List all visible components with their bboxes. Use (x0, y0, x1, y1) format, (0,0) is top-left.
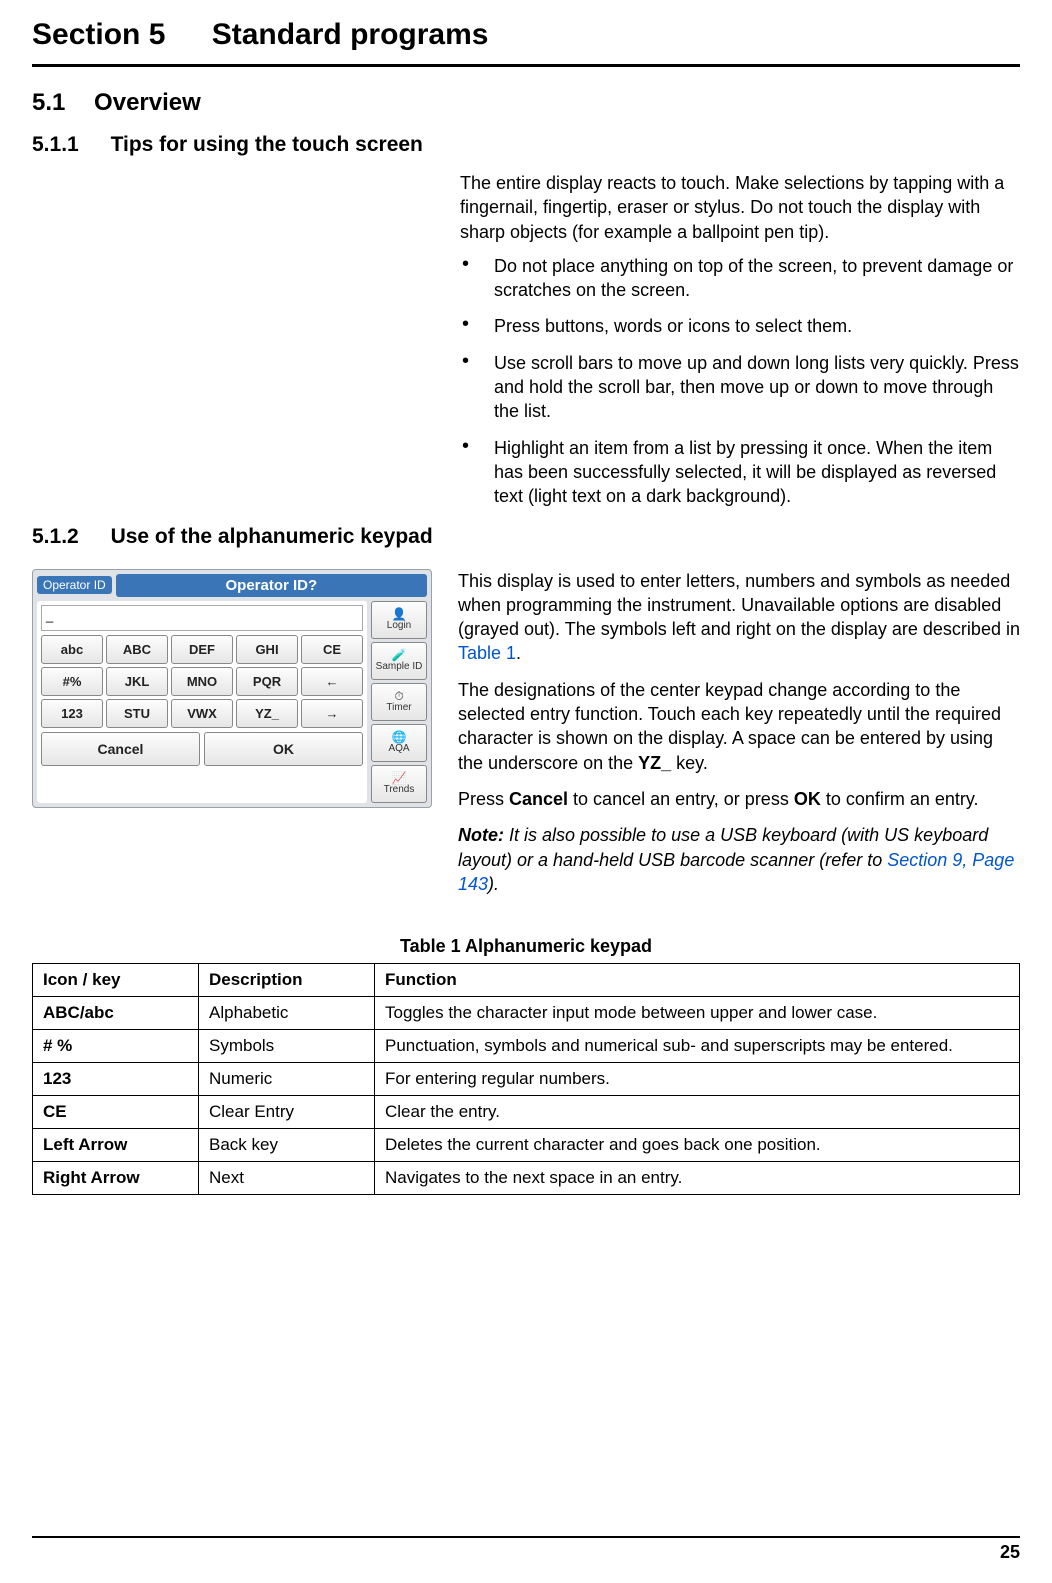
cell-desc: Symbols (199, 1030, 375, 1063)
page-number: 25 (32, 1542, 1020, 1563)
keypad-paragraph-2: The designations of the center keypad ch… (458, 678, 1020, 775)
table-caption: Table 1 Alphanumeric keypad (32, 936, 1020, 957)
page-footer: 25 (32, 1536, 1020, 1563)
key-vwx: VWX (171, 699, 233, 728)
tip-item: Press buttons, words or icons to select … (460, 314, 1020, 338)
heading-5-1-2-title: Use of the alphanumeric keypad (111, 525, 433, 548)
keypad-paragraph-3: Press Cancel to cancel an entry, or pres… (458, 787, 1020, 811)
heading-5-1-2: 5.1.2 Use of the alphanumeric keypad (32, 525, 1020, 549)
side-login: 👤Login (371, 601, 427, 639)
cell-key: Left Arrow (33, 1129, 199, 1162)
table-row: CE Clear Entry Clear the entry. (33, 1096, 1020, 1129)
key-123: 123 (41, 699, 103, 728)
heading-5-1-1-title: Tips for using the touch screen (111, 133, 423, 156)
table-row: ABC/abc Alphabetic Toggles the character… (33, 997, 1020, 1030)
table-header-row: Icon / key Description Function (33, 964, 1020, 997)
tip-item: Highlight an item from a list by pressin… (460, 436, 1020, 509)
tip-item: Use scroll bars to move up and down long… (460, 351, 1020, 424)
table-1-link[interactable]: Table 1 (458, 643, 516, 663)
cell-key: CE (33, 1096, 199, 1129)
alphanumeric-keypad-table: Icon / key Description Function ABC/abc … (32, 963, 1020, 1195)
title-rule (32, 64, 1020, 67)
cell-func: Punctuation, symbols and numerical sub- … (375, 1030, 1020, 1063)
cell-func: Deletes the current character and goes b… (375, 1129, 1020, 1162)
cell-func: Navigates to the next space in an entry. (375, 1162, 1020, 1195)
cell-func: Clear the entry. (375, 1096, 1020, 1129)
tips-list: Do not place anything on top of the scre… (460, 254, 1020, 509)
key-jkl: JKL (106, 667, 168, 696)
section-title: Section 5 Standard programs (32, 18, 1020, 58)
key-stu: STU (106, 699, 168, 728)
heading-5-1: 5.1 Overview (32, 89, 1020, 117)
heading-5-1-1: 5.1.1 Tips for using the touch screen (32, 133, 1020, 157)
th-function: Function (375, 964, 1020, 997)
footer-rule (32, 1536, 1020, 1538)
cell-key: ABC/abc (33, 997, 199, 1030)
keypad-paragraph-1: This display is used to enter letters, n… (458, 569, 1020, 666)
side-timer: ⏱Timer (371, 683, 427, 721)
cell-desc: Back key (199, 1129, 375, 1162)
keypad-title: Operator ID? (116, 574, 427, 597)
tip-item: Do not place anything on top of the scre… (460, 254, 1020, 303)
th-icon-key: Icon / key (33, 964, 199, 997)
section-5-1-2-body: This display is used to enter letters, n… (458, 569, 1020, 909)
key-pqr: PQR (236, 667, 298, 696)
keypad-note: Note: It is also possible to use a USB k… (458, 823, 1020, 896)
cell-key: 123 (33, 1063, 199, 1096)
key-right-arrow: → (301, 699, 363, 728)
side-sample-id: 🧪Sample ID (371, 642, 427, 680)
key-abc-upper: ABC (106, 635, 168, 664)
table-row: Left Arrow Back key Deletes the current … (33, 1129, 1020, 1162)
heading-5-1-number: 5.1 (32, 89, 65, 116)
key-symbols: #% (41, 667, 103, 696)
key-mno: MNO (171, 667, 233, 696)
cancel-button: Cancel (41, 732, 200, 766)
key-def: DEF (171, 635, 233, 664)
table-row: # % Symbols Punctuation, symbols and num… (33, 1030, 1020, 1063)
section-name: Standard programs (212, 18, 489, 51)
th-description: Description (199, 964, 375, 997)
ok-button: OK (204, 732, 363, 766)
keypad-input: _ (41, 605, 363, 631)
cell-desc: Next (199, 1162, 375, 1195)
cell-desc: Alphabetic (199, 997, 375, 1030)
heading-5-1-title: Overview (94, 89, 201, 116)
operator-id-tag: Operator ID (37, 576, 112, 594)
heading-5-1-1-number: 5.1.1 (32, 133, 79, 156)
side-aqa: 🌐AQA (371, 724, 427, 762)
intro-paragraph: The entire display reacts to touch. Make… (460, 171, 1020, 244)
key-yz: YZ_ (236, 699, 298, 728)
table-row: 123 Numeric For entering regular numbers… (33, 1063, 1020, 1096)
cell-desc: Numeric (199, 1063, 375, 1096)
key-abc-lower: abc (41, 635, 103, 664)
key-ce: CE (301, 635, 363, 664)
cell-key: # % (33, 1030, 199, 1063)
key-ghi: GHI (236, 635, 298, 664)
section-5-1-1-body: The entire display reacts to touch. Make… (460, 171, 1020, 509)
keypad-screenshot: Operator ID Operator ID? _ abc ABC DEF G… (32, 569, 432, 808)
cell-desc: Clear Entry (199, 1096, 375, 1129)
cell-key: Right Arrow (33, 1162, 199, 1195)
cell-func: For entering regular numbers. (375, 1063, 1020, 1096)
cell-func: Toggles the character input mode between… (375, 997, 1020, 1030)
table-row: Right Arrow Next Navigates to the next s… (33, 1162, 1020, 1195)
side-trends: 📈Trends (371, 765, 427, 803)
section-number: Section 5 (32, 18, 165, 52)
key-left-arrow: ← (301, 667, 363, 696)
heading-5-1-2-number: 5.1.2 (32, 525, 79, 548)
